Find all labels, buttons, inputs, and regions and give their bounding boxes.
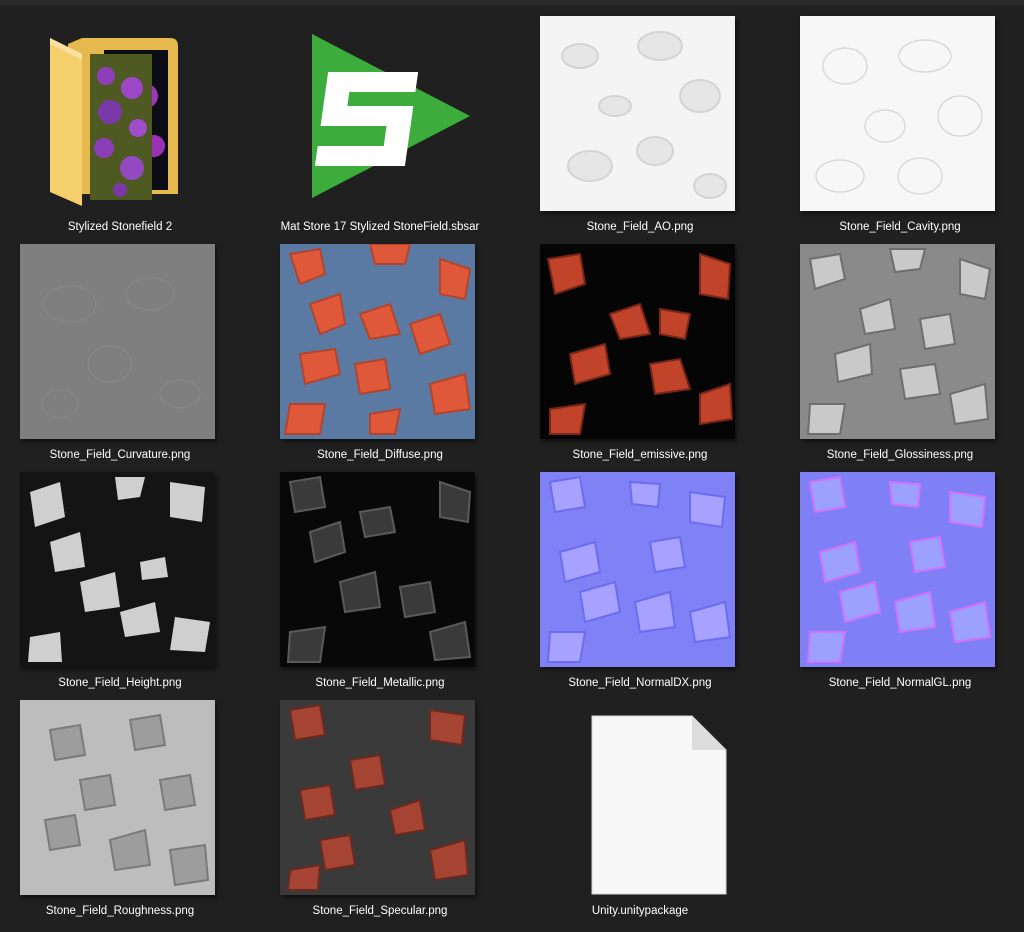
blank-file-icon	[540, 700, 735, 895]
height-thumbnail	[20, 472, 215, 667]
file-item-folder[interactable]: Stylized Stonefield 2	[0, 10, 260, 238]
file-item-curvature[interactable]: Stone_Field_Curvature.png	[0, 238, 260, 466]
file-name: Stone_Field_Glossiness.png	[826, 449, 974, 461]
file-item-height[interactable]: Stone_Field_Height.png	[0, 466, 260, 694]
normalgl-thumbnail	[800, 472, 995, 667]
window-top-bar	[0, 0, 1024, 5]
cavity-thumbnail	[800, 16, 995, 211]
file-name: Stone_Field_Roughness.png	[45, 905, 195, 917]
metallic-thumbnail	[280, 472, 475, 667]
curvature-thumbnail	[20, 244, 215, 439]
substance-logo-icon	[280, 16, 475, 211]
emissive-thumbnail	[540, 244, 735, 439]
file-name: Stone_Field_AO.png	[586, 221, 694, 233]
file-item-roughness[interactable]: Stone_Field_Roughness.png	[0, 694, 260, 922]
file-item-metallic[interactable]: Stone_Field_Metallic.png	[260, 466, 520, 694]
file-name: Mat Store 17 Stylized StoneField.sbsar	[280, 221, 480, 233]
file-item-normaldx[interactable]: Stone_Field_NormalDX.png	[520, 466, 780, 694]
file-name: Stone_Field_emissive.png	[572, 449, 708, 461]
roughness-thumbnail	[20, 700, 215, 895]
file-item-unitypackage[interactable]: Unity.unitypackage	[520, 694, 780, 922]
file-name: Stone_Field_Height.png	[58, 677, 182, 689]
file-name: Stone_Field_NormalDX.png	[568, 677, 712, 689]
file-item-normalgl[interactable]: Stone_Field_NormalGL.png	[780, 466, 1024, 694]
file-name: Stone_Field_Metallic.png	[315, 677, 445, 689]
file-name: Unity.unitypackage	[591, 905, 689, 917]
file-item-glossiness[interactable]: Stone_Field_Glossiness.png	[780, 238, 1024, 466]
specular-thumbnail	[280, 700, 475, 895]
file-item-cavity[interactable]: Stone_Field_Cavity.png	[780, 10, 1024, 238]
diffuse-thumbnail	[280, 244, 475, 439]
file-name: Stylized Stonefield 2	[67, 221, 173, 233]
glossiness-thumbnail	[800, 244, 995, 439]
normaldx-thumbnail	[540, 472, 735, 667]
file-item-diffuse[interactable]: Stone_Field_Diffuse.png	[260, 238, 520, 466]
file-name: Stone_Field_Cavity.png	[839, 221, 961, 233]
ao-thumbnail	[540, 16, 735, 211]
file-item-sbsar[interactable]: Mat Store 17 Stylized StoneField.sbsar	[260, 10, 520, 238]
file-item-ao[interactable]: Stone_Field_AO.png	[520, 10, 780, 238]
file-item-emissive[interactable]: Stone_Field_emissive.png	[520, 238, 780, 466]
file-name: Stone_Field_Diffuse.png	[317, 449, 443, 461]
file-name: Stone_Field_Curvature.png	[49, 449, 191, 461]
folder-icon	[20, 16, 215, 211]
file-name: Stone_Field_Specular.png	[312, 905, 448, 917]
file-name: Stone_Field_NormalGL.png	[828, 677, 972, 689]
file-item-specular[interactable]: Stone_Field_Specular.png	[260, 694, 520, 922]
